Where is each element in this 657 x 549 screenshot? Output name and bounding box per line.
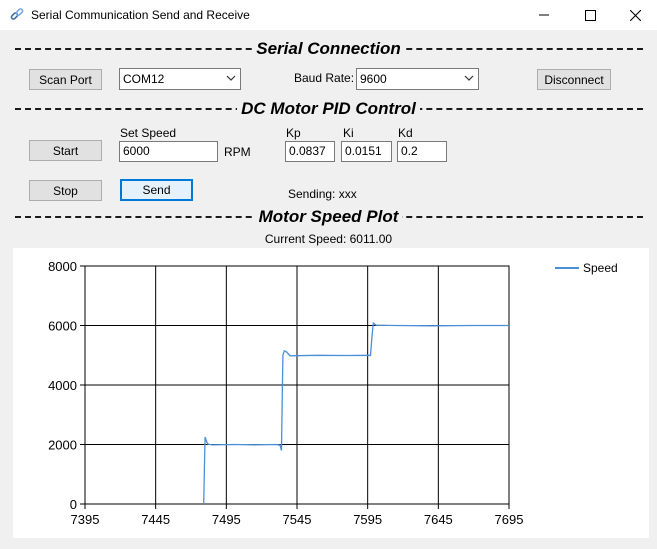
start-button[interactable]: Start bbox=[29, 140, 102, 161]
title-bar[interactable]: Serial Communication Send and Receive bbox=[0, 0, 657, 30]
y-tick-label: 4000 bbox=[48, 378, 77, 393]
y-tick-label: 2000 bbox=[48, 438, 77, 453]
port-select-value: COM12 bbox=[123, 72, 165, 86]
minimize-icon bbox=[539, 14, 549, 16]
x-tick-label: 7545 bbox=[283, 512, 312, 527]
window-title: Serial Communication Send and Receive bbox=[31, 8, 250, 22]
chevron-down-icon bbox=[226, 75, 236, 81]
sending-status: Sending: xxx bbox=[288, 187, 357, 201]
y-tick-label: 6000 bbox=[48, 319, 77, 334]
kd-input[interactable]: 0.2 bbox=[397, 141, 447, 162]
ki-input[interactable]: 0.0151 bbox=[341, 141, 392, 162]
pid-control-divider bbox=[15, 108, 643, 110]
y-tick-label: 0 bbox=[70, 497, 77, 512]
maximize-button[interactable] bbox=[567, 0, 613, 30]
x-tick-label: 7395 bbox=[71, 512, 100, 527]
baud-rate-label: Baud Rate: bbox=[294, 71, 355, 85]
x-tick-label: 7645 bbox=[424, 512, 453, 527]
main-window: Serial Communication Send and Receive Se… bbox=[0, 0, 657, 549]
x-tick-label: 7495 bbox=[212, 512, 241, 527]
x-tick-label: 7595 bbox=[353, 512, 382, 527]
close-button[interactable] bbox=[612, 0, 657, 30]
x-tick-label: 7445 bbox=[141, 512, 170, 527]
disconnect-button[interactable]: Disconnect bbox=[537, 69, 611, 90]
serial-connection-divider bbox=[15, 48, 643, 50]
close-icon bbox=[629, 9, 641, 21]
minimize-button[interactable] bbox=[521, 0, 567, 30]
speed-chart-svg: 7395 7445 7495 7545 7595 7645 7695 0 2000 4000 600… bbox=[48, 259, 618, 527]
kp-input[interactable]: 0.0837 bbox=[285, 141, 335, 162]
set-speed-label: Set Speed bbox=[120, 126, 177, 140]
ki-label: Ki bbox=[343, 126, 354, 140]
x-tick-label: 7695 bbox=[495, 512, 524, 527]
rpm-unit-label: RPM bbox=[224, 145, 251, 159]
speed-chart: 7395 7445 7495 7545 7595 7645 7695 0 2000 4000 600… bbox=[13, 248, 649, 538]
port-select[interactable]: COM12 bbox=[119, 68, 241, 90]
baud-rate-select[interactable]: 9600 bbox=[356, 68, 479, 90]
scan-port-button[interactable]: Scan Port bbox=[29, 69, 102, 90]
current-speed-label: Current Speed: 6011.00 bbox=[264, 232, 393, 246]
y-tick-label: 8000 bbox=[48, 259, 77, 274]
kp-label: Kp bbox=[286, 126, 301, 140]
send-button[interactable]: Send bbox=[120, 179, 193, 201]
chevron-down-icon bbox=[464, 75, 474, 81]
kd-label: Kd bbox=[398, 126, 413, 140]
legend-label: Speed bbox=[583, 261, 618, 275]
speed-plot-divider bbox=[15, 216, 643, 218]
link-icon bbox=[9, 7, 25, 23]
maximize-icon bbox=[584, 9, 596, 21]
stop-button[interactable]: Stop bbox=[29, 180, 102, 201]
baud-rate-select-value: 9600 bbox=[360, 72, 387, 86]
set-speed-input[interactable]: 6000 bbox=[119, 141, 218, 162]
